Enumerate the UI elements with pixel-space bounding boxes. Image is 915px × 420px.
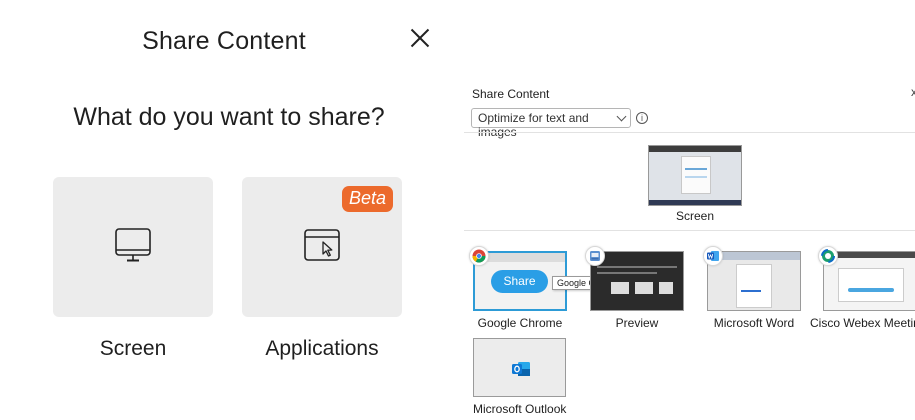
close-icon-small[interactable]: x (911, 85, 915, 99)
app-label-microsoft-word: Microsoft Word (713, 316, 795, 330)
optimize-dropdown-value: Optimize for text and images (478, 111, 589, 139)
thumb-menubar (649, 146, 741, 152)
thumb-line (597, 266, 677, 268)
thumb-line (685, 168, 707, 170)
divider (464, 132, 915, 133)
app-tile-microsoft-outlook[interactable] (473, 338, 566, 397)
webex-icon (818, 246, 838, 266)
screen-option-label: Screen (99, 337, 167, 360)
share-content-dialog-large: Share Content What do you want to share?… (0, 0, 448, 420)
preview-icon (585, 246, 605, 266)
app-label-preview: Preview (615, 316, 659, 330)
beta-badge: Beta (341, 186, 393, 212)
thumb-line (741, 290, 761, 292)
thumb-window (611, 282, 629, 294)
outlook-icon (512, 362, 530, 376)
share-applications-option[interactable]: Beta (242, 177, 402, 317)
dialog-title-small: Share Content (472, 87, 550, 101)
thumb-window (681, 156, 711, 194)
applications-option-label: Applications (265, 337, 379, 360)
word-icon (703, 246, 723, 266)
monitor-icon (115, 228, 151, 262)
thumb-line (685, 176, 707, 178)
thumb-dock (649, 200, 741, 205)
close-icon[interactable] (408, 26, 432, 50)
thumb-window (659, 282, 673, 294)
chrome-icon (469, 246, 489, 266)
optimize-dropdown[interactable]: Optimize for text and images (471, 108, 631, 139)
app-window-pointer-icon (304, 229, 340, 261)
info-icon[interactable]: i (636, 112, 648, 124)
app-label-microsoft-outlook: Microsoft Outlook (473, 402, 567, 416)
screen-thumbnail[interactable] (648, 145, 742, 206)
thumb-button (848, 288, 894, 292)
thumb-window (635, 282, 653, 294)
share-screen-option[interactable] (53, 177, 213, 317)
share-button[interactable]: Share (491, 270, 548, 293)
app-label-cisco-webex-meeting: Cisco Webex Meeting (810, 316, 915, 330)
screen-thumbnail-label: Screen (675, 209, 715, 223)
share-content-dialog-small: Share Content x Optimize for text and im… (448, 0, 915, 420)
dialog-title: Share Content (142, 27, 306, 55)
chevron-down-icon (616, 111, 627, 122)
thumb-window (838, 268, 904, 302)
divider (464, 230, 915, 231)
share-question: What do you want to share? (73, 103, 385, 131)
app-label-google-chrome: Google Chrome (477, 316, 563, 330)
thumb-line (597, 272, 657, 274)
thumb-page (736, 264, 772, 308)
